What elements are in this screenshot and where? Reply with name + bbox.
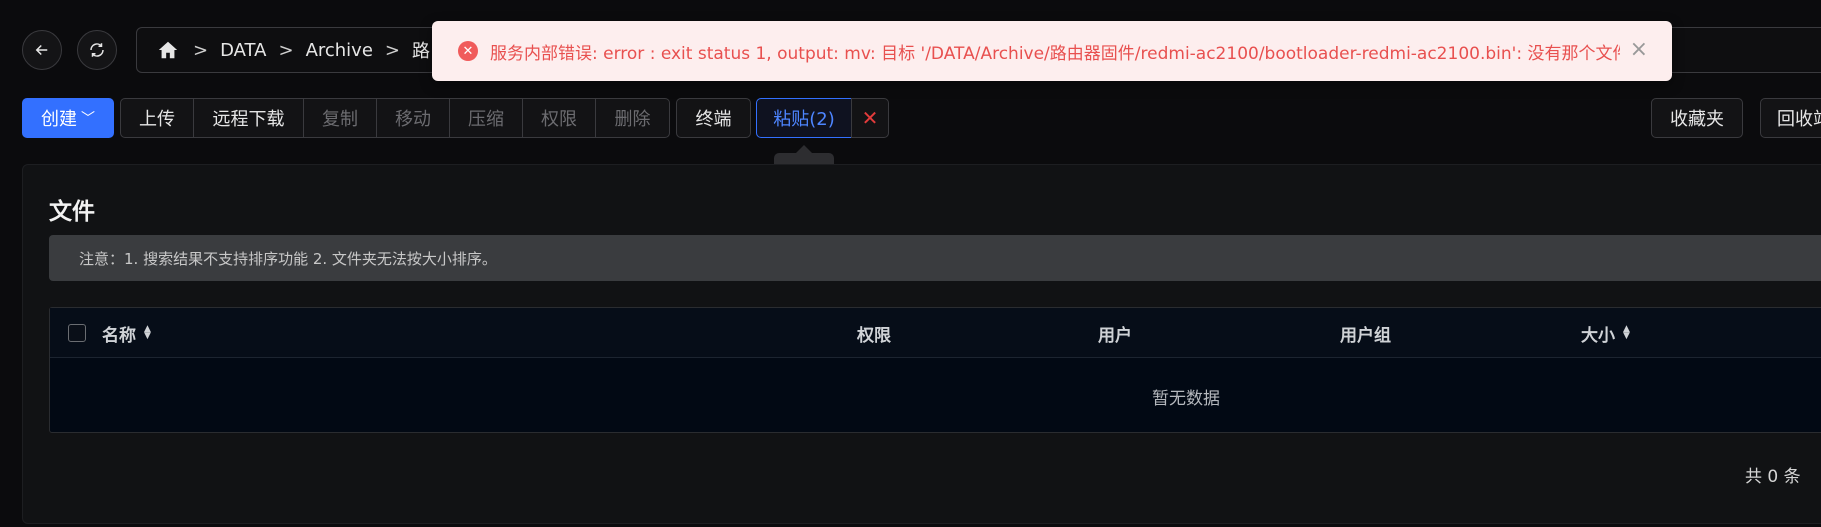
breadcrumb-separator: > — [278, 39, 294, 61]
paste-cancel-button[interactable]: ✕ — [851, 98, 889, 138]
column-header-size[interactable]: 大小 ▲ ▼ — [1581, 308, 1630, 358]
create-button[interactable]: 创建 ﹀ — [22, 98, 114, 138]
chevron-down-icon: ﹀ — [81, 111, 95, 127]
breadcrumb-separator: > — [193, 39, 209, 61]
delete-button[interactable]: 删除 — [595, 98, 670, 138]
remote-download-button[interactable]: 远程下载 — [193, 98, 304, 138]
breadcrumb-separator: > — [384, 39, 401, 61]
page-title: 文件 — [49, 199, 95, 225]
column-label: 大小 — [1581, 325, 1615, 346]
breadcrumb-item-archive[interactable]: Archive — [306, 40, 373, 61]
column-header-permission: 权限 — [857, 325, 891, 346]
close-icon[interactable]: × — [1630, 37, 1648, 63]
column-header-group: 用户组 — [1340, 325, 1391, 346]
select-all-checkbox[interactable] — [68, 324, 86, 342]
breadcrumb-item-data[interactable]: DATA — [220, 40, 266, 61]
file-panel: 文件 注意：1. 搜索结果不支持排序功能 2. 文件夹无法按大小排序。 名称 ▲… — [22, 164, 1821, 524]
close-icon: ✕ — [861, 106, 879, 130]
upload-button[interactable]: 上传 — [120, 98, 194, 138]
column-header-name[interactable]: 名称 ▲ ▼ — [102, 308, 151, 358]
table-header: 名称 ▲ ▼ 权限 用户 用户组 大小 ▲ ▼ — [50, 308, 1821, 358]
sort-icon: ▲ ▼ — [144, 324, 151, 341]
back-button[interactable] — [22, 30, 62, 70]
refresh-button[interactable] — [77, 30, 117, 70]
arrow-left-icon — [35, 44, 48, 56]
favorites-button[interactable]: 收藏夹 — [1651, 98, 1743, 138]
column-label: 名称 — [102, 325, 136, 346]
terminal-button[interactable]: 终端 — [676, 98, 751, 138]
recycle-bin-button[interactable]: 回收站 — [1760, 98, 1821, 138]
move-button[interactable]: 移动 — [376, 98, 450, 138]
permission-button[interactable]: 权限 — [522, 98, 596, 138]
compress-button[interactable]: 压缩 — [449, 98, 523, 138]
pagination-total: 共 0 条 — [1745, 467, 1801, 487]
empty-placeholder: 暂无数据 — [1152, 388, 1220, 409]
home-icon[interactable] — [157, 39, 179, 61]
create-label: 创建 — [41, 109, 77, 130]
copy-button[interactable]: 复制 — [303, 98, 377, 138]
paste-button[interactable]: 粘贴(2) — [756, 98, 852, 138]
column-header-user: 用户 — [1098, 325, 1132, 346]
refresh-icon — [90, 43, 104, 57]
error-toast: ✕ 服务内部错误: error : exit status 1, output:… — [432, 21, 1672, 81]
file-table: 名称 ▲ ▼ 权限 用户 用户组 大小 ▲ ▼ 暂无数据 — [49, 307, 1821, 433]
notice-banner: 注意：1. 搜索结果不支持排序功能 2. 文件夹无法按大小排序。 — [49, 235, 1821, 281]
error-message: 服务内部错误: error : exit status 1, output: m… — [490, 43, 1620, 64]
sort-icon: ▲ ▼ — [1623, 324, 1630, 341]
error-icon: ✕ — [458, 41, 478, 61]
